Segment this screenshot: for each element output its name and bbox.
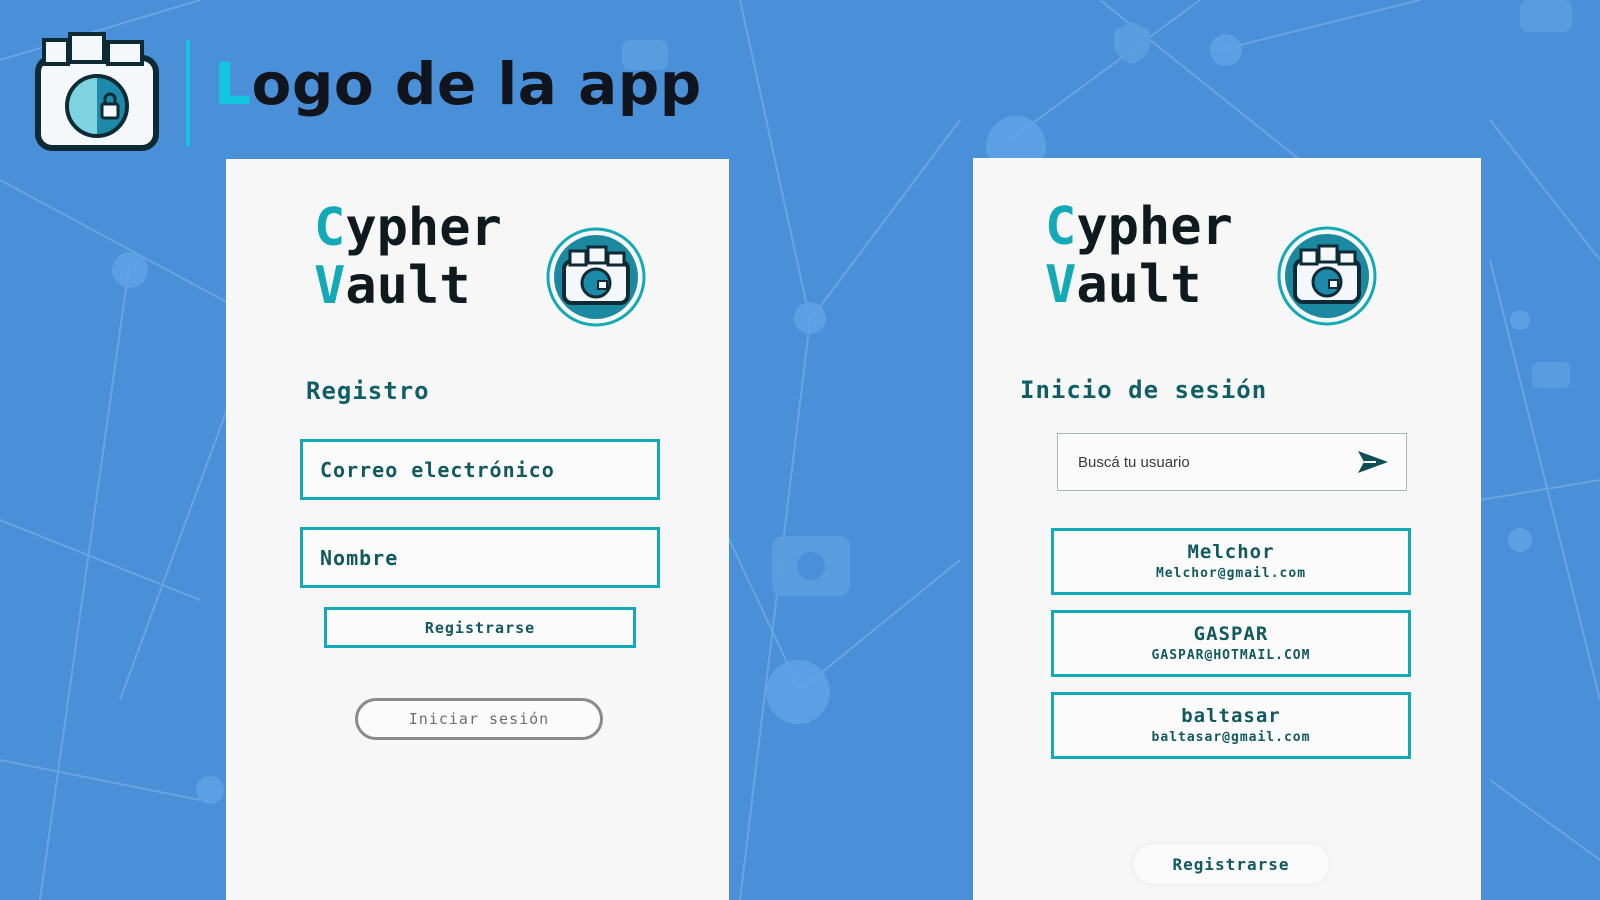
slide-title-initial: L bbox=[214, 50, 252, 118]
brand-logo: Cypher Vault bbox=[1045, 198, 1405, 328]
brand-line1-rest: ypher bbox=[345, 198, 502, 258]
brand-badge-icon bbox=[1277, 226, 1377, 326]
user-name: Melchor bbox=[1187, 540, 1275, 563]
register-screen: Cypher Vault Registro Correo electrónico… bbox=[226, 159, 729, 900]
user-email: Melchor@gmail.com bbox=[1155, 565, 1307, 581]
user-card-baltasar[interactable]: baltasar baltasar@gmail.com bbox=[1051, 692, 1411, 759]
slide-title-rest: ogo de la app bbox=[251, 50, 702, 118]
brand-name: Cypher Vault bbox=[314, 199, 502, 315]
user-card-gaspar[interactable]: GASPAR GASPAR@HOTMAIL.COM bbox=[1051, 610, 1411, 677]
user-search-box bbox=[1057, 433, 1407, 491]
user-email: GASPAR@HOTMAIL.COM bbox=[1151, 647, 1311, 663]
name-field[interactable]: Nombre bbox=[300, 527, 660, 588]
register-link[interactable]: Registrarse bbox=[1133, 844, 1329, 884]
user-search-input[interactable] bbox=[1078, 453, 1356, 471]
slide-title: Logo de la app bbox=[214, 50, 702, 118]
brand-line1-initial: C bbox=[314, 198, 346, 258]
register-button[interactable]: Registrarse bbox=[324, 607, 636, 648]
brand-line2-rest: ault bbox=[1076, 255, 1202, 315]
register-title: Registro bbox=[306, 377, 430, 405]
user-email: baltasar@gmail.com bbox=[1151, 729, 1311, 745]
brand-line2-initial: V bbox=[314, 256, 346, 316]
brand-name: Cypher Vault bbox=[1045, 198, 1233, 314]
app-logo-icon bbox=[35, 32, 159, 151]
send-arrow-icon[interactable] bbox=[1356, 449, 1390, 475]
title-divider bbox=[186, 40, 190, 146]
user-card-melchor[interactable]: Melchor Melchor@gmail.com bbox=[1051, 528, 1411, 595]
login-title: Inicio de sesión bbox=[1020, 376, 1268, 404]
brand-line2-rest: ault bbox=[345, 256, 471, 316]
brand-line1-initial: C bbox=[1045, 197, 1077, 257]
login-button[interactable]: Iniciar sesión bbox=[355, 698, 603, 740]
brand-line1-rest: ypher bbox=[1076, 197, 1233, 257]
user-name: baltasar bbox=[1181, 704, 1281, 727]
brand-logo: Cypher Vault bbox=[314, 199, 674, 329]
brand-badge-icon bbox=[546, 227, 646, 327]
brand-line2-initial: V bbox=[1045, 255, 1077, 315]
user-name: GASPAR bbox=[1193, 622, 1269, 645]
email-field[interactable]: Correo electrónico bbox=[300, 439, 660, 500]
login-screen: Cypher Vault Inicio de sesión Melchor Me… bbox=[973, 158, 1481, 900]
